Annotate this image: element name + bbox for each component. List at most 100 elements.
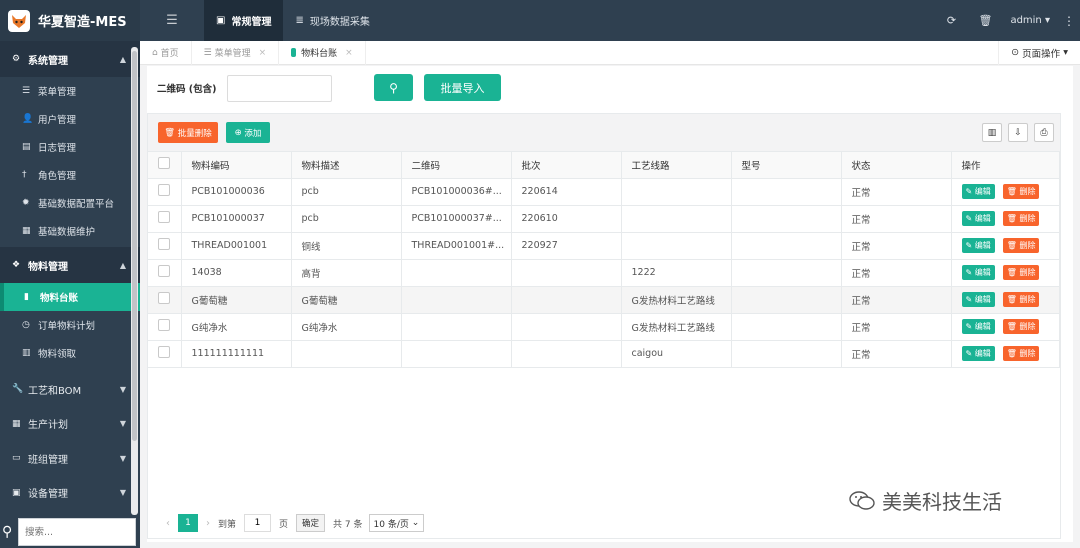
caret-down-icon: ▼ — [119, 488, 126, 498]
print-icon[interactable]: ⎙ — [1034, 123, 1054, 142]
sidebar-item-logs[interactable]: ▤ 日志管理 — [0, 133, 140, 161]
col-header[interactable]: 二维码 — [401, 152, 512, 179]
prev-page-icon[interactable]: ‹ — [166, 518, 170, 529]
sidebar-item-material-pickup[interactable]: ▥ 物料领取 — [0, 339, 140, 367]
row-checkbox[interactable] — [158, 319, 170, 331]
table-row[interactable]: THREAD001001 铜线 THREAD001001#... 220927 正常 ✎ … — [148, 232, 1060, 260]
col-header[interactable]: 操作 — [951, 152, 1060, 179]
sidebar-group-production[interactable]: ▦ 生产计划 ▼ — [0, 406, 140, 441]
table-cell — [621, 178, 732, 206]
edit-button[interactable]: ✎ 编辑 — [961, 265, 995, 280]
qrcode-filter-input[interactable] — [226, 74, 332, 102]
top-tab-regular[interactable]: ▣ 常规管理 — [204, 0, 284, 41]
col-header[interactable]: 状态 — [841, 152, 952, 179]
next-page-icon[interactable]: › — [206, 518, 210, 529]
table-row[interactable]: PCB101000036 pcb PCB101000036#... 220614 正常 ✎… — [148, 178, 1060, 206]
trash-icon[interactable]: 🗑 — [968, 14, 1002, 27]
row-checkbox[interactable] — [158, 292, 170, 304]
refresh-icon[interactable]: ⟳ — [934, 14, 968, 27]
row-checkbox[interactable] — [158, 184, 170, 196]
delete-button[interactable]: 🗑 删除 — [1002, 238, 1040, 253]
delete-label: 删除 — [1019, 187, 1036, 196]
edit-button[interactable]: ✎ 编辑 — [961, 184, 995, 199]
edit-button[interactable]: ✎ 编辑 — [961, 292, 995, 307]
log-icon: ▤ — [22, 142, 31, 152]
tab-material-ledger[interactable]: 物料台账 × — [279, 40, 366, 65]
col-header[interactable]: 型号 — [731, 152, 842, 179]
tab-menu-management[interactable]: ☰ 菜单管理 × — [192, 40, 280, 65]
sidebar-item-config[interactable]: ✹ 基础数据配置平台 — [0, 189, 140, 217]
sidebar-item-roles[interactable]: † 角色管理 — [0, 161, 140, 189]
row-checkbox[interactable] — [158, 346, 170, 358]
row-checkbox[interactable] — [158, 211, 170, 223]
sidebar-item-users[interactable]: 👤 用户管理 — [0, 105, 140, 133]
list-icon: ☰ — [22, 86, 31, 96]
goto-label: 到第 — [218, 519, 237, 530]
delete-button[interactable]: 🗑 删除 — [1002, 211, 1040, 226]
delete-button[interactable]: 🗑 删除 — [1002, 319, 1040, 334]
plus-circle-icon: ⊕ — [234, 127, 242, 138]
page-unit: 页 — [279, 519, 289, 530]
delete-button[interactable]: 🗑 删除 — [1002, 292, 1040, 307]
scroll-thumb[interactable] — [132, 51, 137, 441]
add-button[interactable]: ⊕ 添加 — [226, 122, 270, 143]
goto-confirm-button[interactable]: 确定 — [296, 514, 326, 532]
sidebar-item-menu[interactable]: ☰ 菜单管理 — [0, 77, 140, 105]
edit-button[interactable]: ✎ 编辑 — [961, 238, 995, 253]
sidebar-group-bom[interactable]: 🔧 工艺和BOM ▼ — [0, 372, 140, 407]
export-icon[interactable]: ⇩ — [1008, 123, 1028, 142]
table-row[interactable]: 14038 高背 1222 正常 ✎ 编辑 🗑 删除 — [148, 259, 1060, 287]
edit-button[interactable]: ✎ 编辑 — [961, 319, 995, 334]
row-select-cell — [148, 232, 182, 260]
goto-page-input[interactable] — [244, 514, 272, 532]
sidebar-item-order-plan[interactable]: ◷ 订单物料计划 — [0, 311, 140, 339]
edit-button[interactable]: ✎ 编辑 — [961, 211, 995, 226]
page-ops-dropdown[interactable]: ⊙ 页面操作 ▾ — [998, 40, 1080, 65]
table-cell: 正常 — [841, 232, 952, 260]
tab-home[interactable]: ⌂ 首页 — [140, 40, 192, 65]
table-row[interactable]: G纯净水 G纯净水 G发热材料工艺路线 正常 ✎ 编辑 🗑 删除 — [148, 313, 1060, 341]
batch-import-button[interactable]: 批量导入 — [424, 74, 501, 101]
edit-label: 编辑 — [974, 268, 991, 277]
col-header[interactable]: 工艺线路 — [621, 152, 732, 179]
pencil-icon: ✎ — [965, 214, 973, 223]
col-header[interactable]: 物料编码 — [181, 152, 292, 179]
page-size-select[interactable]: 10 条/页 ⌄ — [368, 514, 425, 532]
edit-button[interactable]: ✎ 编辑 — [961, 346, 995, 361]
fox-logo-icon — [8, 9, 30, 32]
sidebar-item-material-ledger[interactable]: ▮ 物料台账 — [0, 283, 140, 311]
sidebar-group-equipment[interactable]: ▣ 设备管理 ▼ — [0, 475, 140, 510]
row-checkbox[interactable] — [158, 238, 170, 250]
sidebar-group-team[interactable]: ▭ 班组管理 ▼ — [0, 441, 140, 476]
close-icon[interactable]: × — [259, 48, 267, 58]
user-menu[interactable]: admin ▾ — [1002, 15, 1058, 26]
close-icon[interactable]: × — [345, 48, 353, 58]
more-vertical-icon[interactable]: ⋮ — [1058, 14, 1080, 28]
table-row[interactable]: PCB101000037 pcb PCB101000037#... 220610 正常 ✎… — [148, 205, 1060, 233]
monitor-icon: ▭ — [12, 453, 21, 464]
delete-button[interactable]: 🗑 删除 — [1002, 265, 1040, 280]
table-row[interactable]: 111111111111 caigou 正常 ✎ 编辑 🗑 删除 — [148, 340, 1060, 368]
row-checkbox[interactable] — [158, 265, 170, 277]
top-tab-field-data[interactable]: ≣ 现场数据采集 — [283, 0, 381, 41]
sidebar-item-label: 角色管理 — [38, 171, 77, 182]
table-row[interactable]: G葡萄糖 G葡萄糖 G发热材料工艺路线 正常 ✎ 编辑 🗑 删除 — [148, 286, 1060, 314]
columns-icon[interactable]: ▥ — [982, 123, 1002, 142]
sidebar-item-label: 物料台账 — [40, 293, 79, 304]
sidebar-item-data[interactable]: ▦ 基础数据维护 — [0, 217, 140, 245]
sidebar-group-system[interactable]: ⚙ 系统管理 ▲ — [0, 41, 140, 77]
sidebar-scrollbar[interactable] — [131, 47, 138, 515]
sidebar-group-material[interactable]: ❖ 物料管理 ▲ — [0, 247, 140, 283]
trash-icon: 🗑 — [1006, 322, 1017, 331]
current-page[interactable]: 1 — [178, 514, 198, 532]
delete-button[interactable]: 🗑 删除 — [1002, 346, 1040, 361]
delete-button[interactable]: 🗑 删除 — [1002, 184, 1040, 199]
select-all-checkbox[interactable] — [158, 157, 170, 170]
menu-toggle-icon[interactable]: ☰ — [140, 0, 204, 41]
batch-delete-button[interactable]: 🗑 批量删除 — [158, 122, 218, 143]
sidebar-search-input[interactable] — [18, 518, 136, 546]
col-header[interactable]: 批次 — [511, 152, 622, 179]
col-header[interactable]: 物料描述 — [291, 152, 402, 179]
sidebar-item-label: 基础数据配置平台 — [38, 199, 115, 210]
search-button[interactable]: ⚲ — [374, 74, 413, 101]
